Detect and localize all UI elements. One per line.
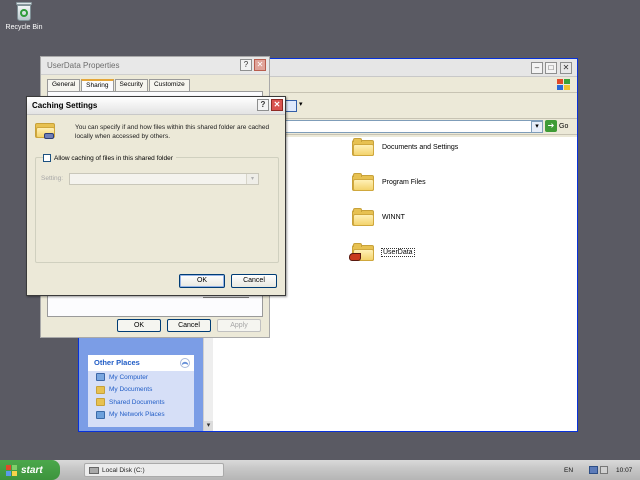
caching-titlebar[interactable]: Caching Settings ? ✕ [27, 97, 285, 115]
ok-button[interactable]: OK [179, 274, 225, 288]
help-button[interactable]: ? [257, 99, 269, 111]
checkbox-box[interactable] [43, 154, 51, 162]
network-icon [96, 410, 105, 419]
windows-logo-icon [557, 79, 571, 91]
shared-folder-icon [349, 243, 374, 261]
setting-label: Setting: [41, 175, 64, 182]
taskbar: start Local Disk (C:) EN 10:07 [0, 460, 640, 480]
close-button[interactable]: ✕ [271, 99, 283, 111]
folder-icon [96, 398, 105, 407]
cancel-button[interactable]: Cancel [231, 274, 277, 288]
speaker-icon[interactable] [600, 466, 609, 474]
tab-sharing[interactable]: Sharing [81, 79, 114, 91]
place-shared-documents[interactable]: Shared Documents [88, 396, 194, 409]
folder-item[interactable]: UserData [349, 238, 415, 266]
folder-label: WINNT [382, 213, 405, 221]
minimize-button[interactable]: – [531, 62, 543, 74]
caching-description: You can specify if and how files within … [75, 124, 270, 140]
folder-icon [96, 385, 105, 394]
scroll-down-icon[interactable]: ▾ [204, 421, 213, 431]
windows-logo-icon [6, 464, 17, 476]
folder-icon [352, 173, 374, 191]
other-places-panel: Other Places ︽ My Computer My Documents … [88, 355, 194, 427]
views-dropdown-icon[interactable]: ▾ [299, 100, 303, 108]
recycle-bin-desktop-icon[interactable]: Recycle Bin [4, 2, 44, 31]
ok-button[interactable]: OK [117, 319, 161, 332]
views-icon[interactable] [285, 100, 297, 112]
folder-item[interactable]: Program Files [352, 168, 426, 196]
properties-titlebar[interactable]: UserData Properties ? ✕ [41, 57, 269, 75]
network-icon[interactable] [589, 466, 599, 474]
tab-customize[interactable]: Customize [149, 79, 190, 91]
computer-icon [96, 373, 105, 382]
go-button[interactable]: ➔ Go [545, 120, 575, 134]
folder-label: UserData [381, 247, 415, 257]
folder-icon [352, 138, 374, 156]
tab-general[interactable]: General [47, 79, 81, 91]
help-button[interactable]: ? [240, 59, 252, 71]
allow-caching-checkbox[interactable]: Allow caching of files in this shared fo… [43, 154, 176, 162]
chevron-down-icon[interactable]: ▾ [246, 174, 258, 184]
setting-select[interactable]: ▾ [69, 173, 259, 185]
recycle-bin-label: Recycle Bin [5, 24, 43, 31]
maximize-button[interactable]: □ [545, 62, 557, 74]
tab-security[interactable]: Security [114, 79, 149, 91]
place-my-network-places[interactable]: My Network Places [88, 409, 194, 422]
folder-item[interactable]: WINNT [352, 203, 405, 231]
clock: 10:07 [616, 466, 633, 474]
caching-settings-dialog: Caching Settings ? ✕ You can specify if … [26, 96, 286, 296]
folder-icon [352, 208, 374, 226]
properties-tabs: General Sharing Security Customize [47, 79, 191, 91]
taskbar-item-local-disk[interactable]: Local Disk (C:) [84, 463, 224, 477]
go-arrow-icon: ➔ [545, 120, 557, 133]
cancel-button[interactable]: Cancel [167, 319, 211, 332]
place-my-documents[interactable]: My Documents [88, 384, 194, 397]
apply-button[interactable]: Apply [217, 319, 261, 332]
start-button[interactable]: start [0, 460, 60, 480]
folder-label: Program Files [382, 178, 426, 186]
folder-label: Documents and Settings [382, 143, 459, 151]
other-places-header[interactable]: Other Places ︽ [88, 355, 194, 371]
language-indicator[interactable]: EN [564, 467, 573, 474]
shared-folder-icon [35, 121, 57, 141]
close-button[interactable]: ✕ [560, 62, 572, 74]
address-dropdown-icon[interactable]: ▾ [531, 121, 543, 133]
place-my-computer[interactable]: My Computer [88, 371, 194, 384]
drive-icon [89, 466, 99, 474]
folder-item[interactable]: Documents and Settings [352, 133, 458, 161]
chevron-up-icon[interactable]: ︽ [180, 358, 190, 368]
system-tray: EN 10:07 [556, 462, 640, 478]
close-button[interactable]: ✕ [254, 59, 266, 71]
recycle-bin-icon [15, 2, 33, 22]
